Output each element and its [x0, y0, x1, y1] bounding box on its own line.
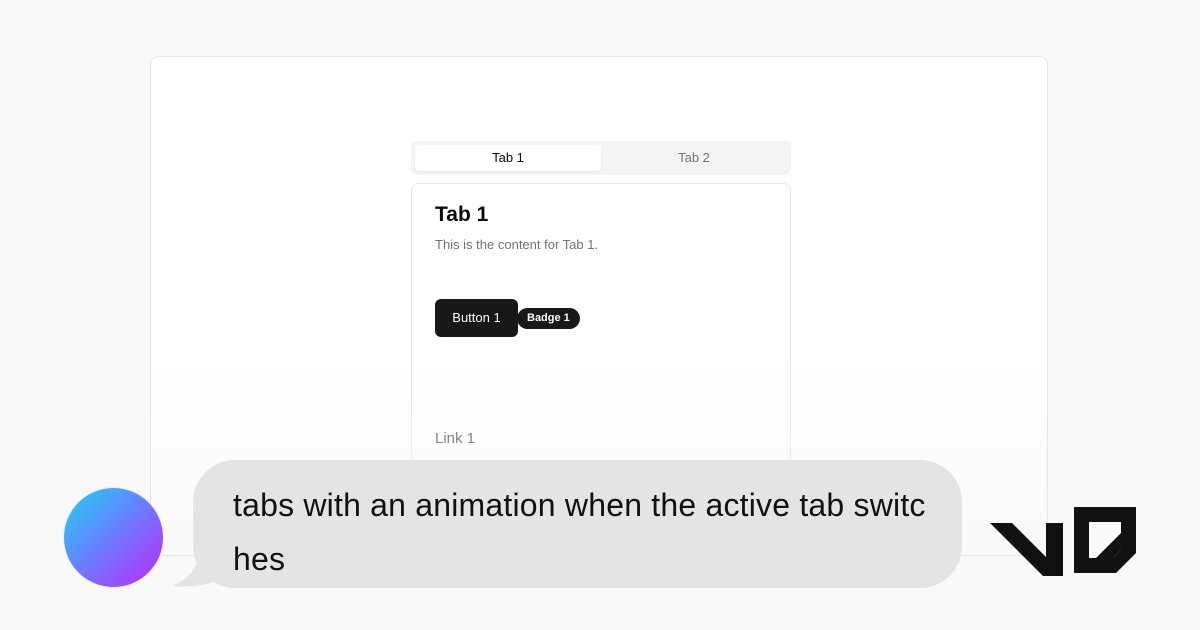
prompt-bubble: tabs with an animation when the active t… — [193, 460, 962, 588]
prompt-text: tabs with an animation when the active t… — [233, 487, 926, 577]
button-1[interactable]: Button 1 — [435, 299, 518, 337]
badge-1: Badge 1 — [517, 308, 580, 329]
v0-logo-icon — [990, 507, 1136, 576]
panel-description: This is the content for Tab 1. — [435, 237, 599, 252]
panel-title: Tab 1 — [435, 203, 489, 226]
tabs-list: Tab 1 Tab 2 — [411, 141, 791, 175]
tab-2[interactable]: Tab 2 — [601, 145, 787, 171]
tab-1[interactable]: Tab 1 — [415, 145, 601, 171]
user-avatar — [64, 488, 163, 587]
link-1[interactable]: Link 1 — [435, 430, 475, 447]
